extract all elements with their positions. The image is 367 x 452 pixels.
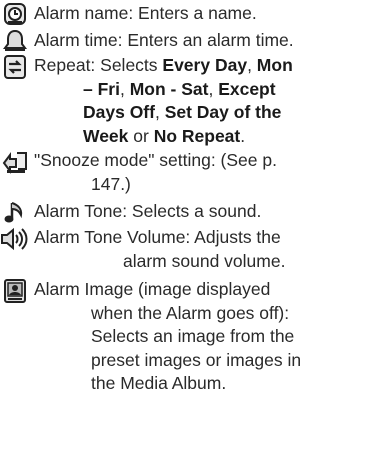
option-set-day-of-week-cont: Week — [83, 125, 129, 146]
entry-text: Alarm name: Enters a name. — [34, 3, 257, 23]
entry-text-cont: preset images or images in — [91, 349, 302, 370]
entry-text-cont: alarm sound volume. — [123, 250, 286, 271]
entry-text: Alarm Tone Volume: Adjusts the — [34, 227, 281, 247]
option-except-days-off: Except — [218, 78, 276, 99]
speaker-volume-icon — [0, 226, 30, 251]
option-except-days-off-cont: Days Off — [83, 102, 155, 122]
repeat-label: Repeat: Selects — [34, 55, 163, 75]
alarm-clock-icon — [0, 2, 30, 26]
option-mon-sat: Mon - Sat — [129, 78, 209, 99]
image-icon — [0, 278, 30, 303]
option-mon-fri: Mon — [256, 55, 293, 75]
option-set-day-of-week: Set Day of the — [164, 102, 282, 122]
entry-text: Alarm Tone: Selects a sound. — [34, 201, 262, 221]
option-every-day: Every Day — [162, 55, 248, 75]
bell-icon — [0, 29, 30, 53]
entry-text-cont: Selects an image from the — [91, 326, 295, 346]
snooze-icon — [0, 149, 30, 174]
option-mon-fri-cont: – Fri — [83, 78, 120, 99]
entry-text: Alarm time: Enters an alarm time. — [34, 30, 294, 50]
repeat-icon — [0, 54, 30, 79]
music-note-icon — [0, 200, 30, 224]
option-no-repeat: No Repeat — [153, 125, 241, 146]
entry-text-cont: the Media Album. — [91, 373, 227, 393]
entry-text-cont: 147.) — [91, 173, 131, 194]
entry-text-cont: when the Alarm goes off): — [91, 302, 290, 323]
entry-text: "Snooze mode" setting: (See p. — [34, 150, 277, 170]
entry-text: Alarm Image (image displayed — [34, 279, 271, 299]
